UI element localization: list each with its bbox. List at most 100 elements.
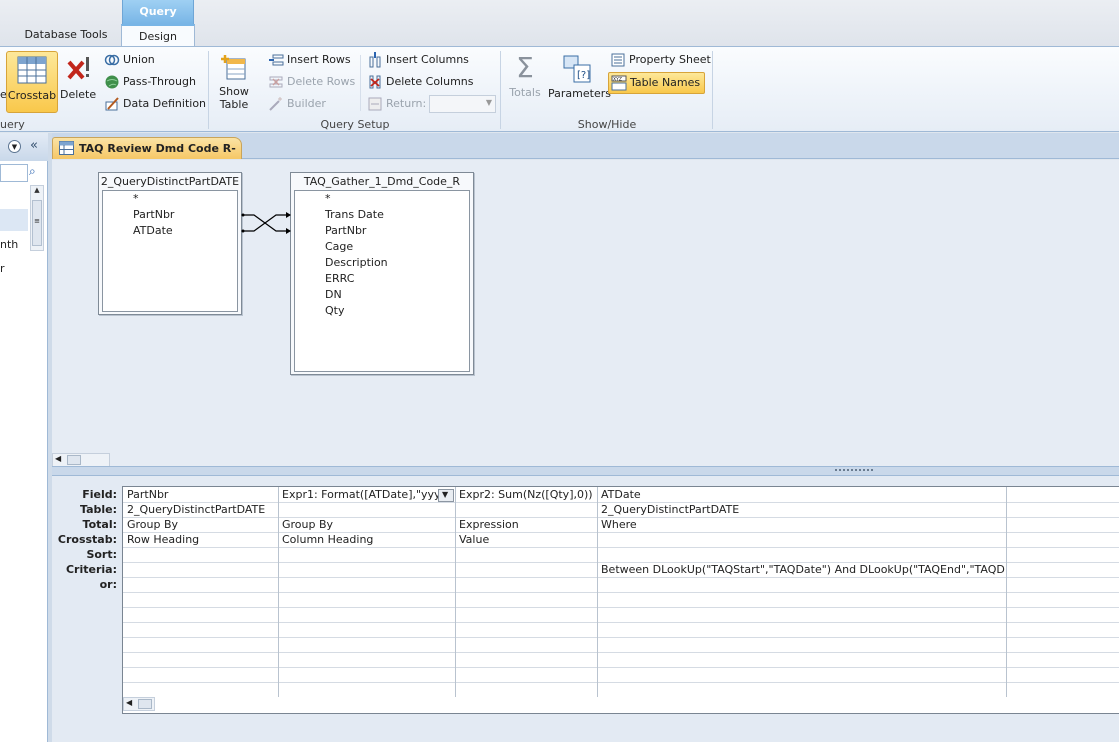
table-field[interactable]: PartNbr (103, 207, 237, 223)
builder-button[interactable]: Builder (268, 94, 326, 114)
query-design-grid[interactable]: PartNbr 2_QueryDistinctPartDATE Group By… (122, 486, 1119, 714)
grid-cell-total[interactable]: Group By (123, 517, 277, 532)
group-separator (500, 51, 501, 129)
data-definition-icon (105, 97, 119, 111)
query-icon (59, 141, 74, 155)
grid-cell-sort[interactable] (278, 547, 454, 562)
parameters-label: Parameters (548, 87, 611, 100)
scroll-left-icon[interactable]: ◀ (55, 454, 61, 463)
parameters-button[interactable]: [?] Parameters (548, 51, 611, 113)
grid-cell-table[interactable] (278, 502, 454, 517)
grid-cell-total[interactable]: Group By (278, 517, 454, 532)
show-table-label-1: Show (219, 85, 249, 98)
union-button[interactable]: Union (104, 50, 155, 70)
table-field[interactable]: ERRC (295, 271, 469, 287)
delete-rows-button[interactable]: Delete Rows (268, 72, 355, 92)
pane-splitter-horizontal[interactable] (52, 466, 1119, 476)
table-field[interactable]: * (103, 191, 237, 207)
table-field[interactable]: Qty (295, 303, 469, 319)
globe-icon (105, 75, 119, 89)
grid-cell-criteria[interactable] (278, 562, 454, 577)
document-tab[interactable]: TAQ Review Dmd Code R-Test (52, 137, 242, 176)
grid-cell-total[interactable]: Expression (455, 517, 596, 532)
table-box-title[interactable]: TAQ_Gather_1_Dmd_Code_R (291, 173, 473, 190)
delete-columns-button[interactable]: Delete Columns (367, 72, 474, 92)
grid-column-rule[interactable] (1006, 487, 1007, 697)
delete-rows-icon (269, 76, 283, 88)
scroll-up-icon[interactable]: ▲ (31, 186, 43, 194)
grid-cell-sort[interactable] (123, 547, 277, 562)
upper-horizontal-scrollbar[interactable]: ◀ (52, 453, 110, 467)
grid-rule (123, 652, 1119, 653)
row-label-field: Field: (82, 488, 117, 501)
table-names-button[interactable]: XYZ Table Names (608, 72, 706, 94)
grid-cell-crosstab[interactable]: Row Heading (123, 532, 277, 547)
search-icon[interactable]: ⌕ (29, 164, 36, 179)
grid-cell-criteria[interactable] (455, 562, 596, 577)
totals-button[interactable]: Σ Totals (506, 51, 544, 113)
delete-query-button[interactable]: Delete (60, 51, 96, 113)
table-box-2-querydistinctpartdate[interactable]: 2_QueryDistinctPartDATE * PartNbr ATDate (98, 172, 242, 315)
tab-database-tools[interactable]: Database Tools (14, 24, 118, 46)
scroll-thumb[interactable] (67, 455, 81, 465)
grid-cell-table[interactable]: 2_QueryDistinctPartDATE (597, 502, 1005, 517)
scroll-left-icon[interactable]: ◀ (126, 698, 132, 707)
grid-cell-field[interactable]: Expr2: Sum(Nz([Qty],0)) (455, 487, 596, 502)
table-field[interactable]: * (295, 191, 469, 207)
grid-cell-criteria[interactable] (123, 562, 277, 577)
scroll-thumb[interactable]: ≡ (32, 200, 42, 246)
table-box-taq-gather-1-dmd-code-r[interactable]: TAQ_Gather_1_Dmd_Code_R * Trans Date Par… (290, 172, 474, 375)
grid-cell-table[interactable]: 2_QueryDistinctPartDATE (123, 502, 277, 517)
table-field[interactable]: Cage (295, 239, 469, 255)
insert-rows-label: Insert Rows (287, 53, 351, 66)
nav-item-label[interactable]: r (0, 262, 5, 275)
table-field[interactable]: Description (295, 255, 469, 271)
insert-rows-button[interactable]: Insert Rows (268, 50, 351, 70)
property-sheet-button[interactable]: Property Sheet (610, 50, 711, 70)
show-table-icon (221, 55, 246, 80)
grid-rule (123, 592, 1119, 593)
data-definition-button[interactable]: Data Definition (104, 94, 206, 114)
row-label-total: Total: (82, 518, 117, 531)
grid-cell-crosstab[interactable]: Value (455, 532, 596, 547)
crosstab-button[interactable]: Crosstab (6, 51, 58, 113)
chevron-down-icon[interactable]: ▼ (8, 140, 21, 153)
group-separator (712, 51, 713, 129)
nav-item-label[interactable]: nth (0, 238, 18, 251)
field-dropdown-button[interactable]: ▼ (438, 489, 454, 502)
table-field[interactable]: DN (295, 287, 469, 303)
nav-selected-item[interactable] (0, 209, 28, 231)
insert-columns-button[interactable]: Insert Columns (367, 50, 469, 70)
grid-cell-sort[interactable] (455, 547, 596, 562)
nav-search-input[interactable] (0, 164, 28, 182)
splitter-grip[interactable] (835, 469, 873, 473)
table-field[interactable]: Trans Date (295, 207, 469, 223)
join-lines[interactable] (240, 205, 294, 240)
query-tools-context-label: Query Tools (122, 0, 194, 42)
data-definition-label: Data Definition (123, 97, 207, 110)
grid-cell-sort[interactable] (597, 547, 1005, 562)
tab-design[interactable]: Design (121, 24, 195, 46)
grid-cell-crosstab[interactable]: Column Heading (278, 532, 454, 547)
grid-cell-crosstab[interactable] (597, 532, 1005, 547)
show-table-button[interactable]: Show Table (214, 51, 254, 115)
collapse-pane-icon[interactable]: « (30, 138, 38, 153)
delete-columns-icon (369, 75, 381, 89)
nav-scrollbar[interactable]: ▲ ≡ (30, 185, 44, 251)
query-setup-group-label: Query Setup (320, 118, 390, 131)
grid-cell-table[interactable] (455, 502, 596, 517)
grid-cell-field[interactable]: PartNbr (123, 487, 277, 502)
pass-through-button[interactable]: Pass-Through (104, 72, 196, 92)
crosstab-icon (17, 56, 47, 84)
table-field[interactable]: ATDate (103, 223, 237, 239)
table-field[interactable]: PartNbr (295, 223, 469, 239)
grid-cell-field[interactable]: Expr1: Format([ATDate],"yyyy") (278, 487, 438, 502)
scroll-thumb[interactable] (138, 699, 152, 709)
grid-cell-field[interactable]: ATDate (597, 487, 1005, 502)
return-icon (368, 97, 382, 111)
grid-cell-total[interactable]: Where (597, 517, 1005, 532)
table-box-title[interactable]: 2_QueryDistinctPartDATE (99, 173, 241, 190)
grid-cell-criteria[interactable]: Between DLookUp("TAQStart","TAQDate") An… (597, 562, 1005, 577)
grid-horizontal-scrollbar[interactable]: ◀ (123, 697, 155, 711)
return-dropdown[interactable]: ▼ (429, 95, 496, 113)
